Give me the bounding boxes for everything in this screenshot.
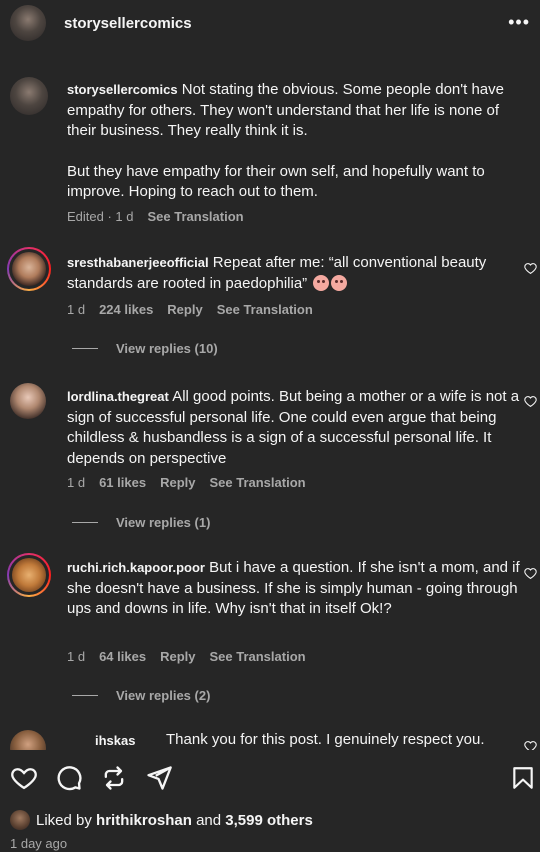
avatar[interactable] <box>10 810 30 830</box>
liked-by-joiner: and <box>196 811 222 829</box>
see-translation-button[interactable]: See Translation <box>217 302 313 317</box>
reply-button[interactable]: Reply <box>160 475 195 490</box>
comment: ihskas Thank you for this post. I genuin… <box>0 730 540 750</box>
comment-time: 1 d <box>67 302 86 317</box>
heart-icon[interactable] <box>524 567 537 580</box>
comment-text: Thank you for this post. I genuinely res… <box>166 731 485 748</box>
emoji-icon <box>331 274 348 291</box>
avatar[interactable] <box>7 247 51 291</box>
heart-icon[interactable] <box>10 764 38 792</box>
comment-time: 1 d <box>67 475 86 490</box>
comment-meta: 1 d 224 likes Reply See Translation <box>67 302 313 317</box>
avatar[interactable] <box>7 553 51 597</box>
repost-icon[interactable] <box>100 764 128 792</box>
view-replies-label: View replies (1) <box>116 515 211 530</box>
comment-icon[interactable] <box>55 764 83 792</box>
post-header: storysellercomics ••• <box>0 0 540 52</box>
avatar[interactable] <box>10 383 46 419</box>
see-translation-button[interactable]: See Translation <box>209 649 305 664</box>
view-replies-button[interactable]: View replies (10) <box>72 341 218 356</box>
comment-body: ruchi.rich.kapoor.poor But i have a ques… <box>67 558 522 620</box>
comment-body: lordlina.thegreat All good points. But b… <box>67 387 522 469</box>
view-replies-button[interactable]: View replies (2) <box>72 688 210 703</box>
post-time: 1 day ago <box>10 836 68 851</box>
liked-by-user[interactable]: hrithikroshan <box>96 812 192 829</box>
action-bar <box>0 760 540 800</box>
avatar[interactable] <box>10 730 46 750</box>
caption-username[interactable]: storysellercomics <box>67 82 178 97</box>
more-horizontal-icon[interactable]: ••• <box>508 12 530 33</box>
emoji-icon <box>313 274 330 291</box>
likes-summary: Liked by hrithikroshan and 3,599 others <box>10 810 313 830</box>
heart-icon[interactable] <box>524 395 537 408</box>
header-username[interactable]: storysellercomics <box>64 15 192 32</box>
comment-username[interactable]: ihskas <box>95 733 135 748</box>
view-replies-button[interactable]: View replies (1) <box>72 515 210 530</box>
comment-meta: 1 d 61 likes Reply See Translation <box>67 475 306 490</box>
caption-text-p2: But they have empathy for their own self… <box>67 162 485 201</box>
comment-username[interactable]: ruchi.rich.kapoor.poor <box>67 560 205 575</box>
avatar[interactable] <box>10 5 46 41</box>
likes-count[interactable]: 64 likes <box>99 649 146 664</box>
comment-body: sresthabanerjeeofficial Repeat after me:… <box>67 253 522 294</box>
liked-by-prefix: Liked by <box>36 811 92 829</box>
reply-button[interactable]: Reply <box>160 649 195 664</box>
avatar[interactable] <box>10 77 48 115</box>
caption-body: storysellercomics Not stating the obviou… <box>67 80 522 203</box>
view-replies-label: View replies (10) <box>116 341 218 356</box>
view-replies-label: View replies (2) <box>116 688 211 703</box>
liked-by-others[interactable]: 3,599 others <box>225 812 313 829</box>
caption-meta: Edited · 1 d See Translation <box>67 209 244 224</box>
reply-button[interactable]: Reply <box>167 302 202 317</box>
comment-time: 1 d <box>67 649 86 664</box>
heart-icon[interactable] <box>524 740 537 750</box>
heart-icon[interactable] <box>524 262 537 275</box>
see-translation-button[interactable]: See Translation <box>209 475 305 490</box>
bookmark-icon[interactable] <box>510 764 536 792</box>
likes-count[interactable]: 224 likes <box>99 302 153 317</box>
comment-meta: 1 d 64 likes Reply See Translation <box>67 649 306 664</box>
send-icon[interactable] <box>145 764 173 792</box>
caption-time: Edited · 1 d <box>67 209 134 224</box>
comment-username[interactable]: lordlina.thegreat <box>67 389 169 404</box>
see-translation-button[interactable]: See Translation <box>148 209 244 224</box>
comment-username[interactable]: sresthabanerjeeofficial <box>67 255 209 270</box>
likes-count[interactable]: 61 likes <box>99 475 146 490</box>
